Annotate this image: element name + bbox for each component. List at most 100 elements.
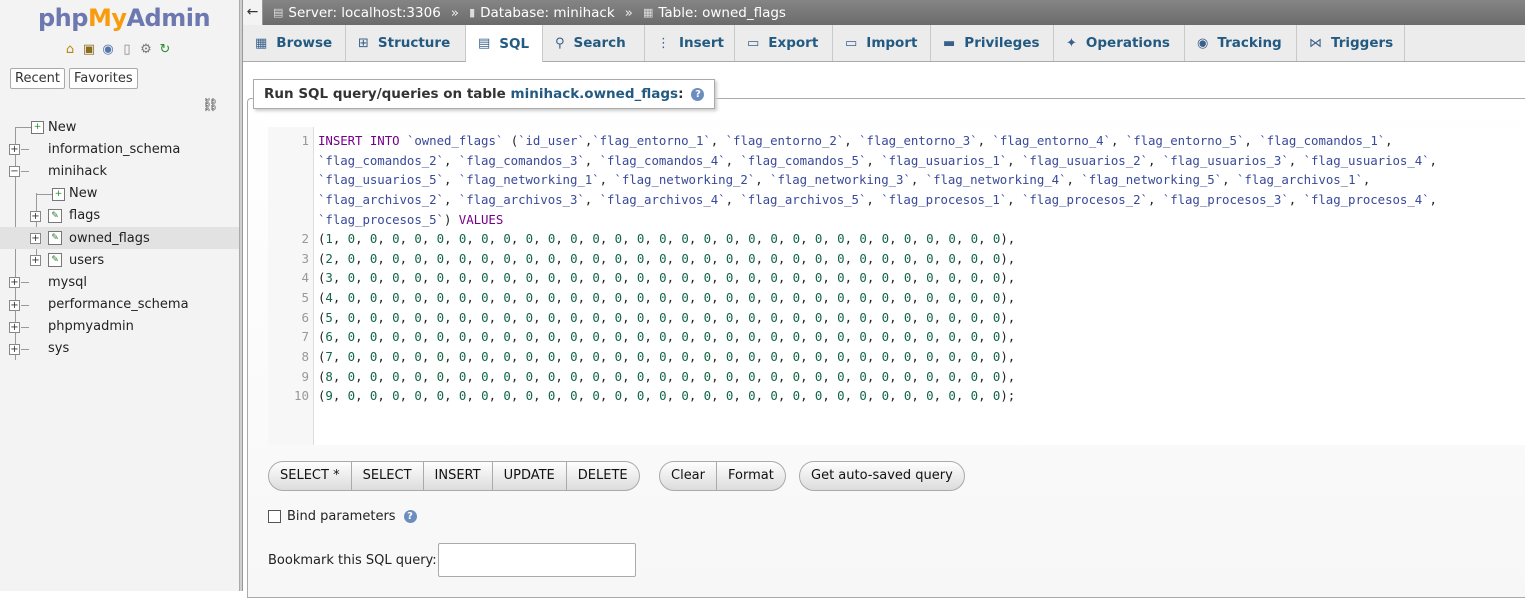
table-icon: ▦ (642, 6, 654, 19)
line-number: 6 (301, 310, 309, 325)
tree-label[interactable]: flags (69, 208, 100, 223)
bind-parameters-row: Bind parameters ? (268, 509, 417, 524)
tab-insert[interactable]: ⋮ Insert (645, 25, 735, 61)
line-number: 1 (301, 133, 309, 148)
tracking-icon: ◉ (1197, 35, 1209, 51)
tree-label[interactable]: owned_flags (69, 231, 150, 246)
tab-structure[interactable]: ⊞ Structure (346, 25, 466, 61)
sql-code-line: (9, 0, 0, 0, 0, 0, 0, 0, 0, 0, 0, 0, 0, … (318, 388, 1016, 403)
tree-label[interactable]: phpmyadmin (48, 319, 134, 334)
tree-item-flags[interactable]: + ✎ flags (0, 205, 239, 227)
exit-icon[interactable]: ▣ (81, 42, 97, 58)
sql-code-line: (2, 0, 0, 0, 0, 0, 0, 0, 0, 0, 0, 0, 0, … (318, 251, 1016, 266)
tree-item-minihack[interactable]: − minihack (0, 160, 239, 182)
sql-code-line: (4, 0, 0, 0, 0, 0, 0, 0, 0, 0, 0, 0, 0, … (318, 290, 1016, 305)
tab-search[interactable]: ⚲ Search (543, 25, 645, 61)
nav-tabs: Recent Favorites (10, 68, 138, 89)
tree-label[interactable]: New (48, 120, 76, 135)
operations-icon: ✦ (1066, 35, 1077, 51)
breadcrumb-separator: » (450, 4, 460, 21)
tab-import[interactable]: ▭ Import (833, 25, 931, 61)
sql-code-line: (6, 0, 0, 0, 0, 0, 0, 0, 0, 0, 0, 0, 0, … (318, 329, 1016, 344)
tab-privileges[interactable]: ▬ Privileges (931, 25, 1054, 61)
tab-triggers[interactable]: ⋈ Triggers (1297, 25, 1405, 61)
expand-icon[interactable]: + (9, 144, 20, 156)
expand-icon[interactable]: + (30, 232, 41, 244)
expand-icon[interactable]: + (9, 343, 20, 355)
tree-item-information-schema[interactable]: + information_schema (0, 138, 239, 160)
nav-icon-bar: ⌂ ▣ ◉ ▯ ⚙ ↻ (62, 42, 173, 58)
tree-label[interactable]: New (69, 186, 97, 201)
clear-button[interactable]: Clear (659, 461, 717, 491)
help-icon[interactable]: ? (691, 87, 705, 101)
sql-code[interactable]: INSERT INTO `owned_flags` (`id_user`,`fl… (314, 127, 1525, 445)
expand-icon[interactable]: + (9, 321, 20, 333)
help-icon[interactable]: ? (403, 510, 417, 523)
insert-icon: ⋮ (657, 35, 670, 51)
recent-button[interactable]: Recent (10, 68, 65, 89)
tab-browse[interactable]: ▦ Browse (243, 25, 346, 61)
update-button[interactable]: UPDATE (492, 461, 567, 491)
line-number-gutter: 1 2 3 4 5 6 7 8 9 10 (268, 127, 314, 445)
tree-item-performance-schema[interactable]: + performance_schema (0, 294, 239, 316)
home-icon[interactable]: ⌂ (62, 42, 78, 58)
tree-item-mysql[interactable]: + mysql (0, 271, 239, 293)
import-icon: ▭ (845, 35, 858, 51)
bookmark-input[interactable] (437, 543, 636, 577)
table-icon: ✎ (48, 253, 62, 268)
tree-item-phpmyadmin[interactable]: + phpmyadmin (0, 316, 239, 338)
breadcrumb-table[interactable]: ▦ Table: owned_flags (643, 5, 786, 21)
export-icon: ▭ (747, 35, 760, 51)
settings-icon[interactable]: ⚙ (138, 42, 154, 58)
sql-editor[interactable]: 1 2 3 4 5 6 7 8 9 10 INSERT INTO `owned_… (268, 127, 1525, 445)
expand-icon[interactable]: + (9, 277, 20, 289)
line-number: 7 (301, 329, 309, 344)
breadcrumb-server[interactable]: ▤ Server: localhost:3306 (273, 5, 441, 21)
tree-label[interactable]: performance_schema (48, 297, 189, 312)
format-button[interactable]: Format (717, 461, 786, 491)
tree-label[interactable]: sys (48, 341, 69, 356)
bind-parameters-label[interactable]: Bind parameters (287, 509, 396, 524)
link-icon[interactable]: ⛓ (202, 98, 219, 113)
collapse-icon[interactable]: − (9, 166, 20, 178)
main-content: Run SQL query/queries on table minihack.… (243, 62, 1525, 598)
line-number: 4 (301, 270, 309, 285)
sql-code-line: (3, 0, 0, 0, 0, 0, 0, 0, 0, 0, 0, 0, 0, … (318, 270, 1016, 285)
tree-label[interactable]: users (69, 253, 104, 268)
select-button[interactable]: SELECT (351, 461, 424, 491)
tree-label[interactable]: information_schema (48, 142, 180, 157)
back-arrow-icon[interactable]: ← (243, 0, 263, 25)
line-number: 2 (301, 231, 309, 246)
new-icon: + (52, 187, 65, 201)
favorites-button[interactable]: Favorites (68, 68, 138, 89)
tab-operations[interactable]: ✦ Operations (1054, 25, 1185, 61)
insert-button[interactable]: INSERT (423, 461, 493, 491)
docs-icon[interactable]: ▯ (119, 42, 135, 58)
tree-item-minihack-new[interactable]: + New (0, 183, 239, 205)
tab-sql[interactable]: ▤ SQL (466, 25, 543, 62)
expand-icon[interactable]: + (9, 299, 20, 311)
structure-icon: ⊞ (358, 35, 369, 51)
expand-icon[interactable]: + (30, 255, 41, 267)
tree-label[interactable]: mysql (48, 275, 87, 290)
help-icon[interactable]: ◉ (100, 42, 116, 58)
breadcrumb: ← ▤ Server: localhost:3306 » ▮ Database:… (243, 0, 1525, 25)
breadcrumb-database[interactable]: ▮ Database: minihack (469, 5, 615, 21)
get-auto-saved-query-button[interactable]: Get auto-saved query (799, 461, 965, 491)
tree-item-users[interactable]: + ✎ users (0, 249, 239, 271)
autosave-buttons: Get auto-saved query (799, 461, 965, 491)
bind-parameters-checkbox[interactable] (268, 510, 281, 523)
reload-icon[interactable]: ↻ (157, 42, 173, 58)
sql-code-line: `flag_comandos_2`, `flag_comandos_3`, `f… (318, 153, 1437, 168)
database-tree: + New + information_schema − minihack + … (0, 116, 239, 360)
tab-export[interactable]: ▭ Export (735, 25, 833, 61)
select-star-button[interactable]: SELECT * (268, 461, 352, 491)
tree-label[interactable]: minihack (48, 164, 107, 179)
delete-button[interactable]: DELETE (566, 461, 640, 491)
phpmyadmin-logo[interactable]: phpMyAdmin (38, 4, 211, 32)
tree-item-sys[interactable]: + sys (0, 338, 239, 360)
expand-icon[interactable]: + (30, 210, 41, 222)
tab-tracking[interactable]: ◉ Tracking (1185, 25, 1297, 61)
tree-item-owned-flags[interactable]: + ✎ owned_flags (0, 226, 239, 250)
tree-item-new[interactable]: + New (0, 116, 239, 138)
